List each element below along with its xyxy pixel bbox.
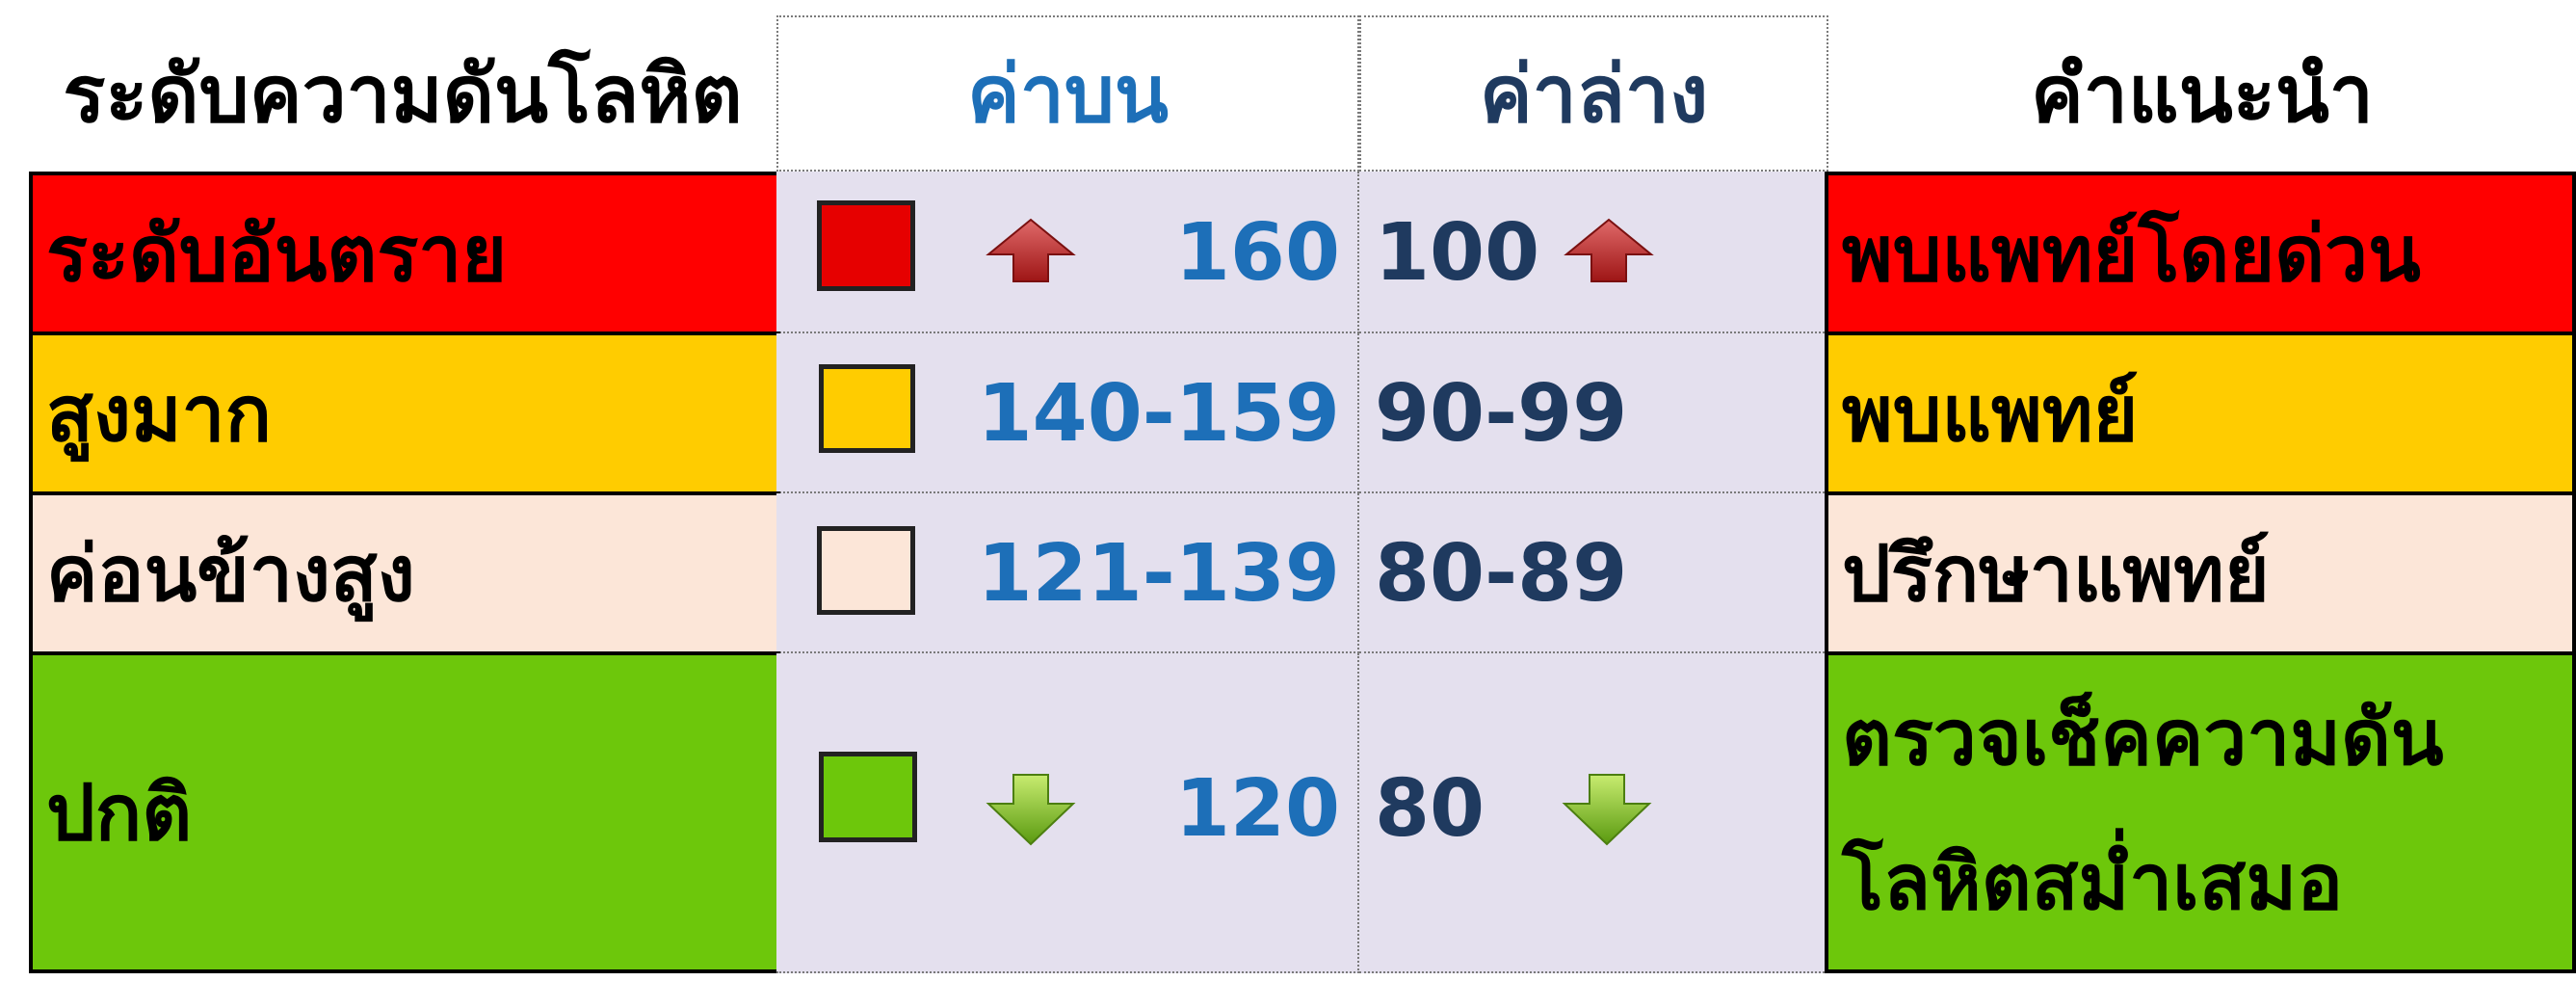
lower-value: 100	[1375, 206, 1540, 299]
up-arrow-icon	[1563, 216, 1655, 285]
upper-value: 121-139	[977, 527, 1340, 620]
upper-value: 120	[1174, 762, 1340, 855]
advice-label-line2: โลหิตสม่ำเสมอ	[1842, 836, 2344, 927]
swatch-very-high	[819, 364, 915, 453]
header-upper: ค่าบน	[966, 49, 1169, 141]
upper-value: 140-159	[977, 367, 1340, 460]
lower-value: 90-99	[1375, 367, 1628, 460]
swatch-normal	[819, 752, 917, 842]
advice-label: ปรึกษาแพทย์	[1842, 528, 2270, 619]
advice-label: พบแพทย์	[1842, 368, 2139, 459]
advice-label: พบแพทย์โดยด่วน	[1842, 208, 2421, 299]
lower-value: 80	[1375, 762, 1485, 855]
upper-value: 160	[1174, 206, 1340, 299]
level-label: ปกติ	[46, 767, 193, 858]
header-level: ระดับความดันโลหิต	[63, 49, 743, 141]
header-advice: คำแนะนำ	[2031, 49, 2374, 141]
level-label: ระดับอันตราย	[46, 208, 508, 299]
level-label: สูงมาก	[46, 368, 272, 459]
swatch-fairly-high	[817, 526, 915, 615]
advice-label-line1: ตรวจเช็คความดัน	[1842, 692, 2444, 782]
down-arrow-icon	[1561, 771, 1653, 848]
level-label: ค่อนข้างสูง	[46, 528, 415, 619]
header-lower: ค่าล่าง	[1479, 49, 1709, 141]
swatch-danger	[817, 200, 915, 291]
lower-value: 80-89	[1375, 527, 1628, 620]
